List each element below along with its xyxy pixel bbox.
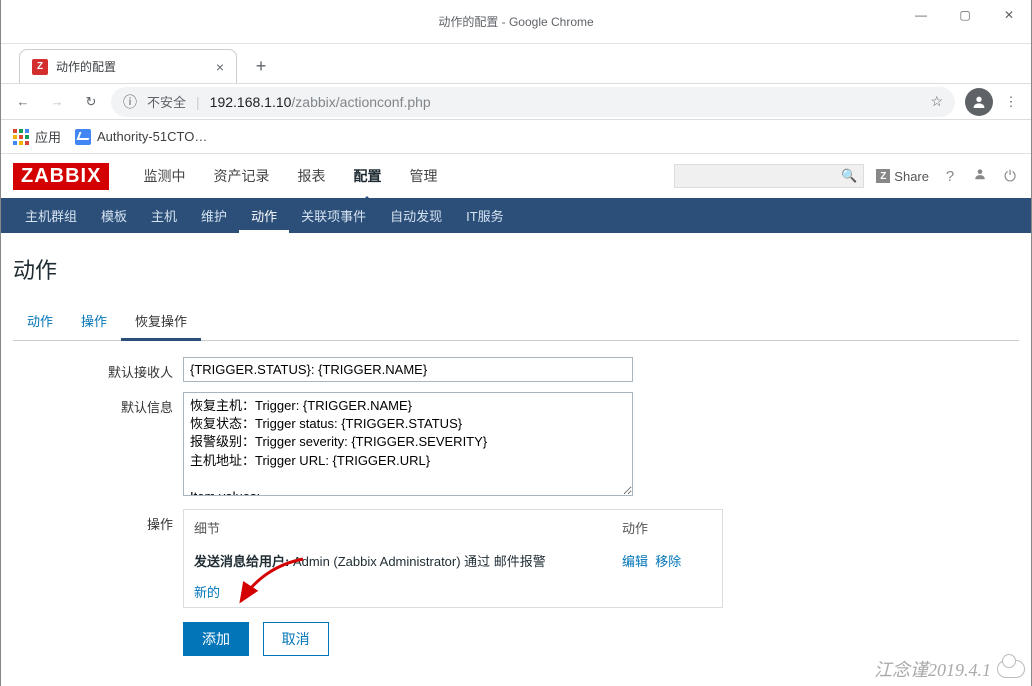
cloud-icon <box>997 660 1025 678</box>
search-box[interactable]: 🔍 <box>674 164 864 188</box>
subnav-discovery[interactable]: 自动发现 <box>378 198 454 233</box>
sub-nav: 主机群组 模板 主机 维护 动作 关联项事件 自动发现 IT服务 <box>1 198 1031 233</box>
annotation-arrow <box>233 557 313 607</box>
op-new-link[interactable]: 新的 <box>194 585 220 600</box>
chrome-menu-icon[interactable]: ⋮ <box>999 94 1023 110</box>
profile-avatar[interactable] <box>965 88 993 116</box>
input-default-recipient[interactable] <box>183 357 633 382</box>
label-default-message: 默认信息 <box>13 392 183 499</box>
nav-reports[interactable]: 报表 <box>283 156 339 196</box>
window-title: 动作的配置 - Google Chrome <box>438 13 593 30</box>
help-icon[interactable]: ? <box>941 168 959 185</box>
apps-grid-icon <box>13 129 29 145</box>
op-edit-link[interactable]: 编辑 <box>622 554 648 569</box>
subnav-hosts[interactable]: 主机 <box>139 198 189 233</box>
zabbix-logo[interactable]: ZABBIX <box>13 163 109 190</box>
nav-back[interactable]: ← <box>9 88 37 116</box>
watermark: 江念谨2019.4.1 <box>874 656 1025 682</box>
apps-label: 应用 <box>35 127 61 146</box>
nav-forward[interactable]: → <box>43 88 71 116</box>
nav-reload[interactable]: ↻ <box>77 88 105 116</box>
share-label: Share <box>894 169 929 184</box>
search-input[interactable] <box>681 168 841 184</box>
label-operations: 操作 <box>13 509 183 656</box>
new-tab-button[interactable]: + <box>247 52 275 80</box>
url-host: 192.168.1.10 <box>210 94 292 110</box>
info-icon[interactable]: ⓘ <box>123 92 137 112</box>
form-tabs: 动作 操作 恢复操作 <box>13 303 1019 341</box>
subnav-itservices[interactable]: IT服务 <box>454 198 516 233</box>
cancel-button[interactable]: 取消 <box>263 622 329 656</box>
bookmark-star-icon[interactable]: ☆ <box>930 93 943 110</box>
watermark-text: 江念谨2019.4.1 <box>874 656 991 682</box>
tab-favicon: Z <box>32 59 48 75</box>
nav-inventory[interactable]: 资产记录 <box>199 156 283 196</box>
window-close[interactable]: ✕ <box>987 0 1031 30</box>
tab-recovery-operations[interactable]: 恢复操作 <box>121 303 201 341</box>
subnav-templates[interactable]: 模板 <box>89 198 139 233</box>
op-row-text: Admin (Zabbix Administrator) 通过 邮件报警 <box>289 554 545 569</box>
subnav-actions[interactable]: 动作 <box>239 198 289 233</box>
search-icon[interactable]: 🔍 <box>841 168 857 184</box>
window-maximize[interactable]: ▢ <box>943 0 987 30</box>
tab-title: 动作的配置 <box>56 58 208 75</box>
apps-shortcut[interactable]: 应用 <box>13 127 61 146</box>
page-title: 动作 <box>13 253 1019 285</box>
subnav-hostgroups[interactable]: 主机群组 <box>13 198 89 233</box>
bookmark-favicon <box>75 129 91 145</box>
nav-configuration[interactable]: 配置 <box>339 156 395 196</box>
share-z-icon: Z <box>876 169 890 183</box>
logout-icon[interactable]: ⏻ <box>1001 168 1019 185</box>
url-path: /zabbix/actionconf.php <box>291 94 430 110</box>
user-icon[interactable] <box>971 167 989 185</box>
tab-action[interactable]: 动作 <box>13 303 67 340</box>
browser-tab[interactable]: Z 动作的配置 × <box>19 49 237 83</box>
window-minimize[interactable]: — <box>899 0 943 30</box>
tab-operations[interactable]: 操作 <box>67 303 121 340</box>
add-button[interactable]: 添加 <box>183 622 249 656</box>
share-link[interactable]: Z Share <box>876 169 929 184</box>
subnav-maintenance[interactable]: 维护 <box>189 198 239 233</box>
insecure-label: 不安全 <box>147 92 186 111</box>
label-default-recipient: 默认接收人 <box>13 357 183 382</box>
textarea-default-message[interactable] <box>183 392 633 496</box>
col-detail: 细节 <box>194 518 622 537</box>
nav-administration[interactable]: 管理 <box>395 156 451 196</box>
bookmark-label: Authority-51CTO… <box>97 129 207 144</box>
bookmark-item[interactable]: Authority-51CTO… <box>75 129 207 145</box>
nav-monitoring[interactable]: 监测中 <box>129 156 199 196</box>
subnav-correlation[interactable]: 关联项事件 <box>289 198 378 233</box>
main-nav: 监测中 资产记录 报表 配置 管理 <box>129 156 451 196</box>
separator: | <box>196 94 200 110</box>
op-remove-link[interactable]: 移除 <box>655 554 681 569</box>
tab-close-icon[interactable]: × <box>216 59 224 75</box>
col-action: 动作 <box>622 518 712 537</box>
address-bar[interactable]: ⓘ 不安全 | 192.168.1.10/zabbix/actionconf.p… <box>111 87 955 117</box>
